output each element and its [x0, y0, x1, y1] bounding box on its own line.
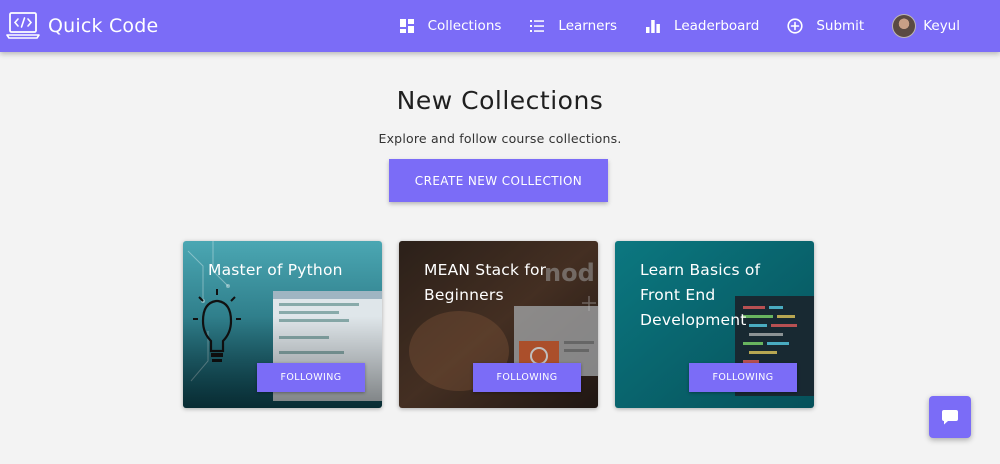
collection-card-mean-stack[interactable]: nod MEAN Stack for Beginners FOLLOWING: [399, 241, 598, 408]
page-subtitle: Explore and follow course collections.: [378, 131, 622, 146]
nav-user[interactable]: Keyul: [892, 14, 960, 38]
following-button[interactable]: FOLLOWING: [689, 363, 797, 392]
bar-chart-icon: [646, 20, 660, 33]
following-button[interactable]: FOLLOWING: [257, 363, 365, 392]
nav-leaderboard-label: Leaderboard: [674, 18, 760, 34]
collection-card-front-end[interactable]: Learn Basics of Front End Development FO…: [615, 241, 814, 408]
brand-name: Quick Code: [48, 15, 159, 37]
nav-links: Collections Learners Leaderboard Submit …: [399, 0, 960, 52]
nav-learners[interactable]: Learners: [529, 18, 617, 34]
user-name: Keyul: [923, 18, 960, 34]
chat-bubble-icon: [942, 410, 958, 425]
nav-collections-label: Collections: [427, 18, 502, 34]
laptop-code-icon: [6, 12, 40, 39]
grid-icon: [399, 19, 414, 33]
card-title: Master of Python: [208, 261, 343, 279]
nav-learners-label: Learners: [558, 18, 618, 34]
create-collection-button[interactable]: CREATE NEW COLLECTION: [389, 159, 608, 202]
avatar: [892, 14, 917, 38]
collection-card-python[interactable]: Master of Python FOLLOWING: [183, 241, 382, 408]
following-button[interactable]: FOLLOWING: [473, 363, 581, 392]
nav-collections[interactable]: Collections: [399, 18, 502, 34]
brand[interactable]: Quick Code: [6, 11, 158, 41]
card-title: Learn Basics of Front End Development: [640, 261, 761, 329]
nav-submit[interactable]: Submit: [787, 18, 864, 34]
plus-circle-icon: [787, 18, 803, 34]
list-icon: [530, 20, 545, 32]
card-title: MEAN Stack for Beginners: [424, 261, 547, 304]
page-title: New Collections: [396, 86, 604, 115]
top-navbar: Quick Code Collections Learners Leaderbo…: [0, 0, 1000, 52]
chat-button[interactable]: [929, 396, 971, 438]
nav-leaderboard[interactable]: Leaderboard: [645, 18, 759, 34]
nav-submit-label: Submit: [816, 18, 865, 34]
